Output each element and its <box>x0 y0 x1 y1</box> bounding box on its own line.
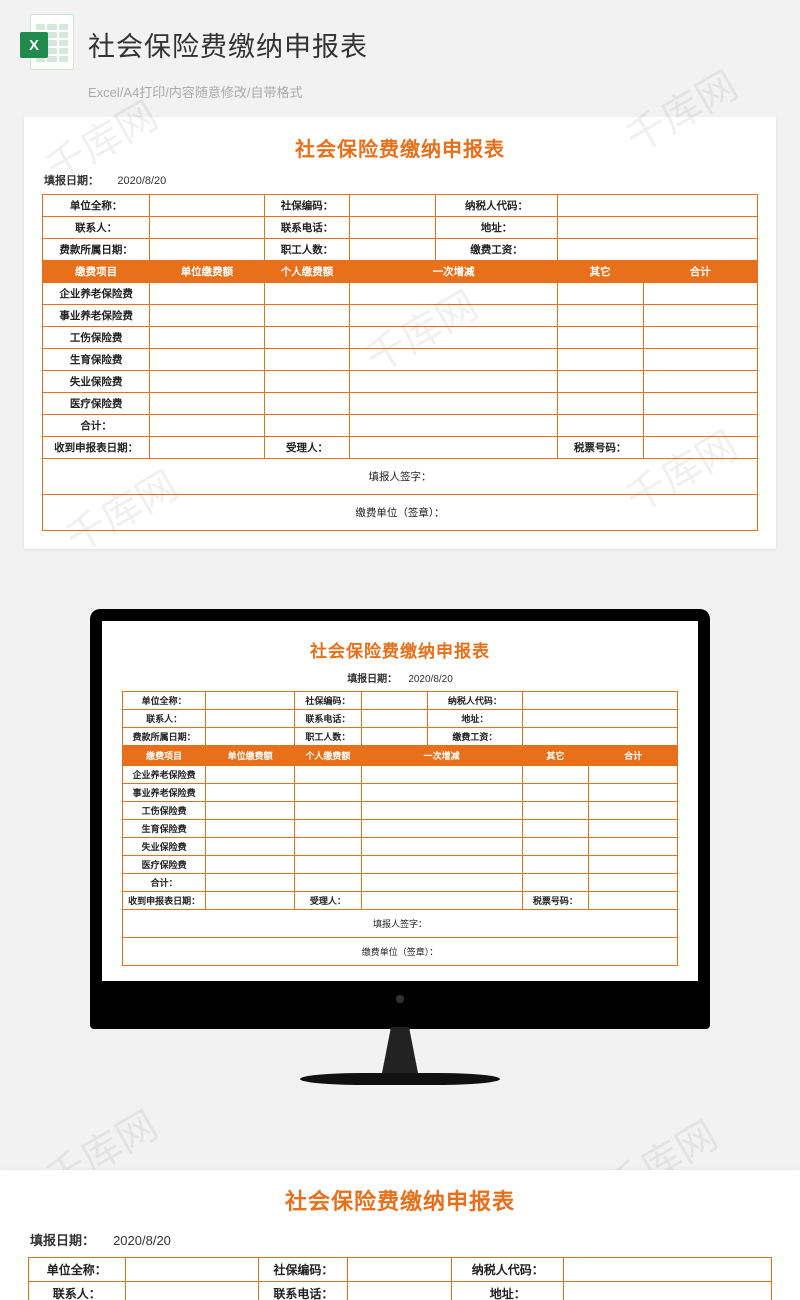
item-label: 企业养老保险费 <box>43 283 150 305</box>
bottom-strip-preview: 社会保险费缴纳申报表 填报日期： 2020/8/20 单位全称：社保编码：纳税人… <box>0 1170 800 1300</box>
unit-name-value[interactable] <box>150 195 264 217</box>
staff-count-value[interactable] <box>350 239 436 261</box>
col-personal-amount: 个人缴费额 <box>264 261 350 283</box>
fill-date-line: 填报日期： 2020/8/20 <box>30 1230 770 1249</box>
fill-date-line: 填报日期： 2020/8/20 <box>124 670 676 685</box>
fill-date-label: 填报日期： <box>44 175 99 187</box>
item-label: 生育保险费 <box>43 349 150 371</box>
table-row: 企业养老保险费 <box>43 283 758 305</box>
template-preview-card: 社会保险费缴纳申报表 填报日期： 2020/8/20 单位全称： 社保编码： 纳… <box>24 117 776 549</box>
period-value[interactable] <box>150 239 264 261</box>
contact-label: 联系人： <box>43 217 150 239</box>
table-header: 缴费项目 单位缴费额 个人缴费额 一次增减 其它 合计 <box>43 261 758 283</box>
info-row: 联系人： 联系电话： 地址： <box>43 217 758 239</box>
item-total-label: 合计： <box>43 415 150 437</box>
item-label: 事业养老保险费 <box>43 305 150 327</box>
col-adjust: 一次增减 <box>350 261 557 283</box>
address-value[interactable] <box>557 217 757 239</box>
phone-value[interactable] <box>350 217 436 239</box>
monitor-power-icon <box>396 995 404 1003</box>
form-title: 社会保险费缴纳申报表 <box>28 1184 772 1216</box>
receive-date-label: 收到申报表日期： <box>43 437 150 459</box>
page-header: X 社会保险费缴纳申报表 <box>0 0 800 80</box>
table-row: 失业保险费 <box>43 371 758 393</box>
col-unit-amount: 单位缴费额 <box>150 261 264 283</box>
excel-file-icon: X <box>20 14 74 74</box>
taxpayer-code-value[interactable] <box>557 195 757 217</box>
pay-wage-value[interactable] <box>557 239 757 261</box>
col-total: 合计 <box>643 261 757 283</box>
info-row: 费款所属日期： 职工人数： 缴费工资： <box>43 239 758 261</box>
phone-label: 联系电话： <box>264 217 350 239</box>
info-row: 单位全称： 社保编码： 纳税人代码： <box>43 195 758 217</box>
col-item: 缴费项目 <box>43 261 150 283</box>
declaration-table-strip: 单位全称：社保编码：纳税人代码： 联系人：联系电话：地址： <box>28 1257 772 1300</box>
excel-badge: X <box>20 32 48 58</box>
declaration-table-small: 单位全称：社保编码：纳税人代码： 联系人：联系电话：地址： 费款所属日期：职工人… <box>122 691 678 966</box>
contact-value[interactable] <box>150 217 264 239</box>
taxpayer-code-label: 纳税人代码： <box>436 195 558 217</box>
table-row: 医疗保险费 <box>43 393 758 415</box>
table-row: 生育保险费 <box>43 349 758 371</box>
address-label: 地址： <box>436 217 558 239</box>
col-other: 其它 <box>557 261 643 283</box>
pay-wage-label: 缴费工资： <box>436 239 558 261</box>
period-label: 费款所属日期： <box>43 239 150 261</box>
table-row: 事业养老保险费 <box>43 305 758 327</box>
declaration-table: 单位全称： 社保编码： 纳税人代码： 联系人： 联系电话： 地址： 费款所属日期… <box>42 194 758 531</box>
page-subtitle: Excel/A4打印/内容随意修改/自带格式 <box>0 80 800 111</box>
table-row: 工伤保险费 <box>43 327 758 349</box>
ss-code-label: 社保编码： <box>264 195 350 217</box>
page-title: 社会保险费缴纳申报表 <box>88 25 368 64</box>
staff-count-label: 职工人数： <box>264 239 350 261</box>
filler-sign-row[interactable]: 填报人签字： <box>43 459 758 495</box>
item-label: 工伤保险费 <box>43 327 150 349</box>
form-title: 社会保险费缴纳申报表 <box>42 133 758 162</box>
footer-info-row: 收到申报表日期： 受理人： 税票号码： <box>43 437 758 459</box>
item-label: 医疗保险费 <box>43 393 150 415</box>
accepter-label: 受理人： <box>264 437 350 459</box>
tax-ticket-label: 税票号码： <box>557 437 643 459</box>
fill-date-line: 填报日期： 2020/8/20 <box>44 172 756 188</box>
item-label: 失业保险费 <box>43 371 150 393</box>
ss-code-value[interactable] <box>350 195 436 217</box>
fill-date-value: 2020/8/20 <box>117 175 166 187</box>
monitor-mockup: 社会保险费缴纳申报表 填报日期： 2020/8/20 单位全称：社保编码：纳税人… <box>0 609 800 1085</box>
form-title: 社会保险费缴纳申报表 <box>122 637 678 662</box>
unit-name-label: 单位全称： <box>43 195 150 217</box>
unit-seal-row[interactable]: 缴费单位（签章）： <box>43 495 758 531</box>
table-row: 合计： <box>43 415 758 437</box>
